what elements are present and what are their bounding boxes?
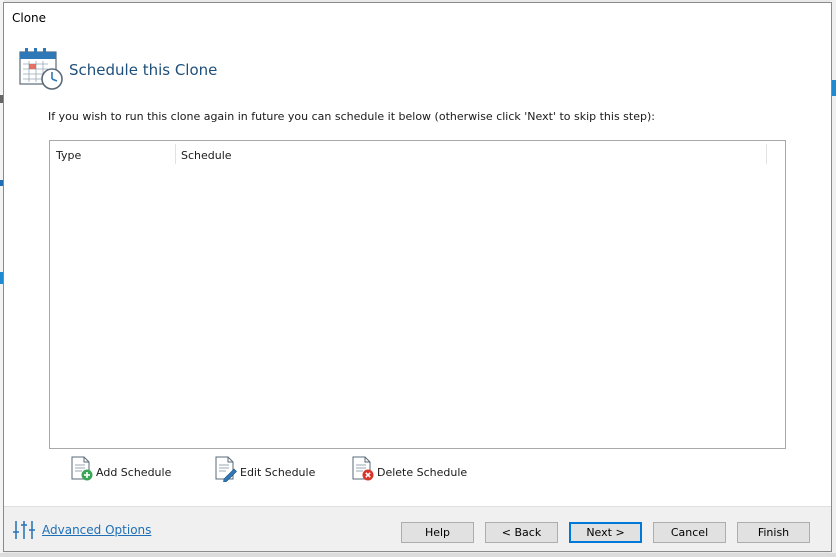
cancel-button[interactable]: Cancel (653, 522, 726, 543)
add-schedule-label: Add Schedule (96, 465, 172, 479)
instruction-text: If you wish to run this clone again in f… (48, 110, 655, 123)
edit-document-icon (215, 456, 237, 482)
next-button[interactable]: Next > (569, 522, 642, 543)
edit-schedule-button[interactable]: Edit Schedule (214, 456, 315, 482)
calendar-clock-icon (18, 45, 64, 91)
help-button[interactable]: Help (401, 522, 474, 543)
page-title: Schedule this Clone (69, 61, 218, 79)
column-header-schedule[interactable]: Schedule (181, 149, 232, 162)
schedule-list-header: Type Schedule (50, 141, 785, 167)
column-header-type[interactable]: Type (56, 149, 81, 162)
delete-document-icon (352, 456, 374, 481)
finish-button[interactable]: Finish (737, 522, 810, 543)
window-title: Clone (12, 11, 47, 25)
schedule-list[interactable]: Type Schedule (49, 140, 786, 449)
background-window-edge-bottom (0, 553, 836, 557)
delete-schedule-label: Delete Schedule (377, 465, 468, 479)
delete-schedule-button[interactable]: Delete Schedule (351, 456, 467, 482)
column-divider[interactable] (766, 144, 767, 164)
add-document-icon (71, 456, 93, 481)
dialog-footer: Advanced Options Help < Back Next > Canc… (4, 506, 831, 551)
add-schedule-button[interactable]: Add Schedule (70, 456, 171, 482)
sliders-icon (13, 521, 35, 539)
advanced-options-link[interactable]: Advanced Options (42, 523, 151, 537)
advanced-options[interactable]: Advanced Options (12, 519, 151, 541)
back-button[interactable]: < Back (485, 522, 558, 543)
edit-schedule-label: Edit Schedule (240, 465, 316, 479)
column-divider[interactable] (175, 144, 176, 164)
title-bar[interactable]: Clone (4, 3, 831, 33)
clone-dialog: Clone Schedule this Clone If you wish to… (3, 2, 832, 552)
